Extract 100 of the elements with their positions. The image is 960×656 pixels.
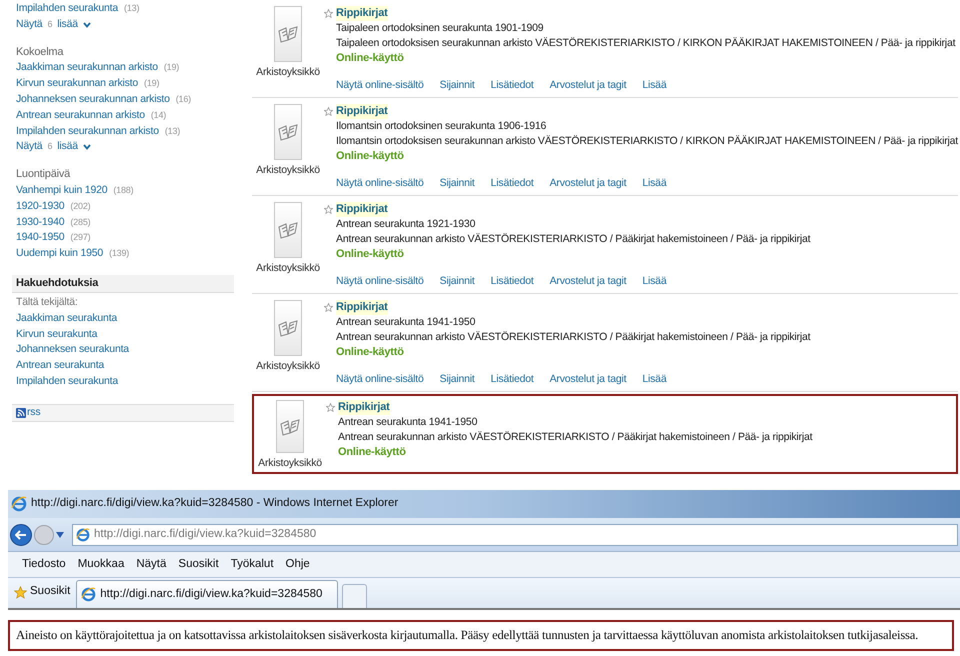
- result-action-link[interactable]: Arvostelut ja tagit: [550, 372, 626, 387]
- book-icon: [277, 221, 300, 239]
- facet-count: (19): [164, 61, 180, 74]
- facet-link[interactable]: Impilahden seurakunta: [16, 1, 118, 17]
- facet-count: (297): [70, 231, 90, 244]
- book-icon: [277, 25, 300, 43]
- menu-item[interactable]: Näytä: [136, 556, 166, 574]
- access-label: Online-käyttö: [336, 51, 405, 66]
- result-action-link[interactable]: Lisää: [642, 372, 666, 387]
- facet-link[interactable]: Johanneksen seurakunnan arkisto: [16, 92, 170, 108]
- facet-link[interactable]: Kirvun seurakunnan arkisto: [16, 76, 138, 92]
- rss-link[interactable]: rss: [27, 404, 40, 421]
- facet-count: (188): [113, 184, 134, 197]
- facet-link[interactable]: Vanhempi kuin 1920: [16, 182, 108, 199]
- new-tab-button[interactable]: [342, 584, 368, 608]
- result-action-link[interactable]: Lisää: [642, 176, 666, 191]
- facet-link[interactable]: Antrean seurakunnan arkisto: [16, 108, 145, 124]
- favorites-button[interactable]: Suosikit: [12, 579, 72, 605]
- result-subtitle: Antrean seurakunta 1941-1950: [336, 315, 476, 330]
- access-label: Online-käyttö: [338, 445, 407, 460]
- suggestion-link[interactable]: Kirvun seurakunta: [16, 326, 234, 342]
- result-title-link[interactable]: Rippikirjat: [336, 6, 388, 21]
- facet-heading: Kokoelma: [16, 44, 64, 60]
- address-field[interactable]: http://digi.narc.fi/digi/view.ka?kuid=3284580: [72, 524, 958, 546]
- facet-count: (139): [109, 247, 130, 260]
- facet-count: (13): [164, 124, 180, 138]
- result-action-link[interactable]: Sijainnit: [440, 78, 475, 93]
- suggestion-link[interactable]: Impilahden seurakunta: [16, 374, 234, 390]
- result-path: Ilomantsin ortodoksisen seurakunnan arkisto VÄESTÖREKISTERIARKISTO / KIRKON PÄÄKIRJAT HAKEMISTOINEEN / Pää- ja rippikirjat: [336, 134, 958, 149]
- star-icon[interactable]: [324, 303, 334, 312]
- suggestion-link[interactable]: Antrean seurakunta: [16, 358, 234, 374]
- facet-count: (16): [176, 92, 191, 106]
- result-action-link[interactable]: Lisätiedot: [490, 176, 534, 191]
- facet-link[interactable]: 1930-1940: [16, 214, 64, 230]
- result-action-link[interactable]: Lisää: [642, 78, 666, 93]
- result-title-link[interactable]: Rippikirjat: [336, 104, 388, 119]
- suggestion-link[interactable]: Johanneksen seurakunta: [16, 342, 234, 358]
- more-count: 6: [47, 140, 52, 154]
- browser-tab[interactable]: http://digi.narc.fi/digi/view.ka?kuid=3284580: [76, 580, 338, 608]
- book-icon: [277, 319, 300, 337]
- show-more-link[interactable]: lisää: [57, 139, 78, 156]
- result-subtitle: Ilomantsin ortodoksinen seurakunta 1906-1916: [336, 119, 548, 134]
- access-label: Online-käyttö: [336, 345, 405, 360]
- facet-link[interactable]: Uudempi kuin 1950: [16, 246, 104, 262]
- result-action-link[interactable]: Lisää: [642, 274, 666, 289]
- menu-item[interactable]: Muokkaa: [78, 556, 124, 574]
- access-notice: Aineisto on käyttörajoitettua ja on katsottavissa arkistolaitoksen sisäverkosta kirjautumalla. Pääsy edellyttää tunnusten ja tarvittaessa käyttöluvan anomista arkistolaitoksen tutkijasaleissa.: [16, 627, 920, 644]
- result-title-link[interactable]: Rippikirjat: [336, 202, 388, 217]
- result-action-link[interactable]: Näytä online-sisältö: [336, 176, 424, 191]
- format-label: Arkistoyksikkö: [258, 456, 322, 472]
- facet-count: (14): [150, 108, 166, 122]
- result-action-link[interactable]: Lisätiedot: [490, 78, 534, 93]
- menu-item[interactable]: Ohje: [286, 556, 310, 574]
- result-action-link[interactable]: Sijainnit: [440, 176, 475, 191]
- facet-link[interactable]: Impilahden seurakunnan arkisto: [16, 124, 159, 140]
- result-action-link[interactable]: Sijainnit: [440, 274, 475, 289]
- result-path: Antrean seurakunnan arkisto VÄESTÖREKISTERIARKISTO / Pääkirjat hakemistoineen / Pää- ja rippikirjat: [338, 430, 812, 445]
- facet-count: (19): [144, 77, 160, 90]
- result-action-link[interactable]: Näytä online-sisältö: [336, 78, 424, 93]
- address-text: http://digi.narc.fi/digi/view.ka?kuid=3284580: [94, 526, 316, 542]
- menu-item[interactable]: Suosikit: [178, 556, 219, 574]
- menu-item[interactable]: Työkalut: [230, 556, 274, 574]
- result-subtitle: Antrean seurakunta 1941-1950: [338, 415, 478, 430]
- format-label: Arkistoyksikkö: [256, 261, 320, 276]
- facet-link[interactable]: 1920-1930: [16, 198, 64, 215]
- star-icon[interactable]: [324, 9, 334, 18]
- result-action-link[interactable]: Näytä online-sisältö: [336, 274, 424, 289]
- chevron-down-icon: [82, 22, 91, 28]
- show-more-link[interactable]: Näytä: [16, 139, 42, 156]
- result-action-link[interactable]: Sijainnit: [440, 372, 475, 387]
- result-path: Taipaleen ortodoksisen seurakunnan arkisto VÄESTÖREKISTERIARKISTO / KIRKON PÄÄKIRJAT HAKEMISTOINEEN / Pää- ja rippikirjat: [336, 36, 956, 51]
- facet-link[interactable]: 1940-1950: [16, 230, 64, 246]
- back-button[interactable]: [10, 524, 32, 546]
- browser-logo-icon: [76, 528, 90, 542]
- dropdown-caret-icon[interactable]: [56, 532, 64, 538]
- browser-logo-icon: [11, 496, 27, 512]
- result-path: Antrean seurakunnan arkisto VÄESTÖREKISTERIARKISTO / Pääkirjat hakemistoineen / Pää- ja rippikirjat: [336, 330, 810, 345]
- suggestions-subtitle: Tältä tekijältä:: [16, 294, 79, 310]
- show-more-link[interactable]: lisää: [57, 16, 78, 33]
- facet-link[interactable]: Jaakkiman seurakunnan arkisto: [16, 60, 158, 76]
- result-title-link[interactable]: Rippikirjat: [338, 400, 390, 415]
- result-action-link[interactable]: Lisätiedot: [490, 372, 534, 387]
- star-icon: [14, 586, 27, 598]
- star-icon[interactable]: [324, 107, 334, 116]
- show-more-link[interactable]: Näytä: [16, 16, 42, 33]
- star-icon[interactable]: [324, 205, 334, 214]
- result-action-link[interactable]: Lisätiedot: [490, 274, 534, 289]
- result-action-link[interactable]: Arvostelut ja tagit: [550, 78, 626, 93]
- menu-item[interactable]: Tiedosto: [22, 556, 66, 574]
- suggestion-link[interactable]: Jaakkiman seurakunta: [16, 310, 234, 327]
- result-title-link[interactable]: Rippikirjat: [336, 300, 388, 315]
- result-action-link[interactable]: Näytä online-sisältö: [336, 372, 424, 387]
- format-label: Arkistoyksikkö: [256, 359, 320, 374]
- browser-logo-icon: [81, 587, 96, 602]
- result-action-link[interactable]: Arvostelut ja tagit: [550, 274, 626, 289]
- access-label: Online-käyttö: [336, 149, 405, 164]
- format-label: Arkistoyksikkö: [256, 163, 320, 178]
- format-label: Arkistoyksikkö: [256, 65, 320, 80]
- result-action-link[interactable]: Arvostelut ja tagit: [550, 176, 626, 191]
- star-icon[interactable]: [326, 403, 336, 412]
